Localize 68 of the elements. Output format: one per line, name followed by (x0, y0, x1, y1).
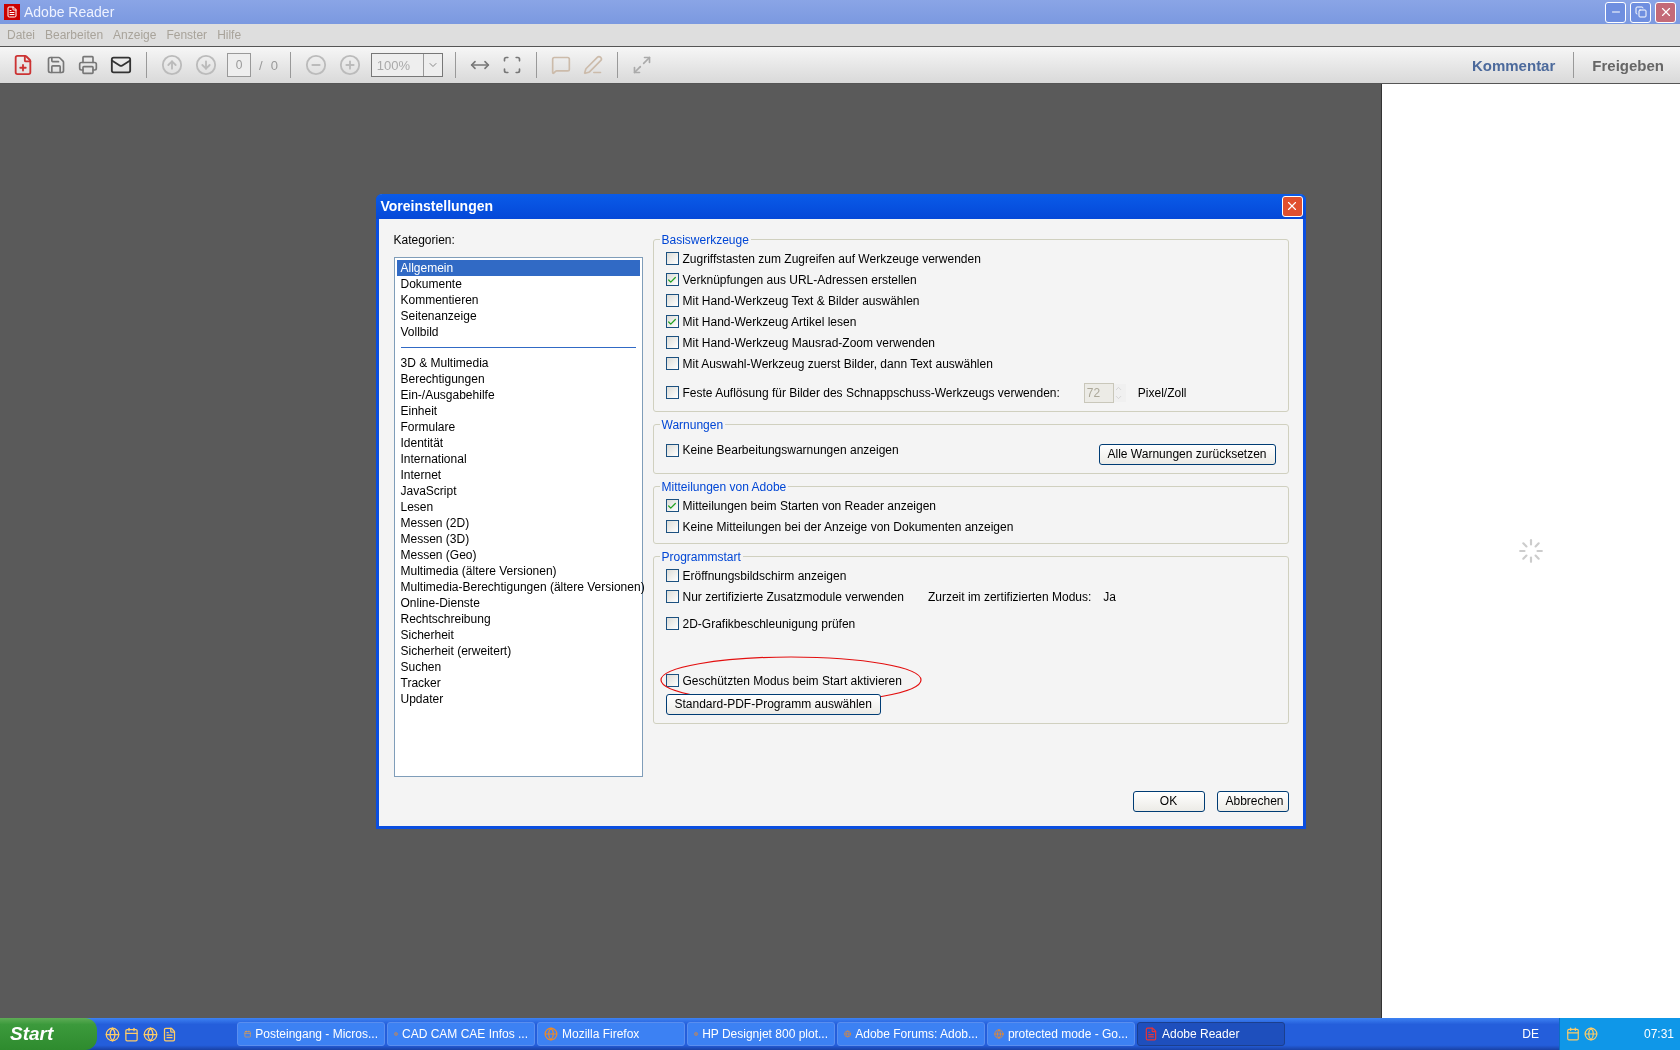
option-label: Mit Hand-Werkzeug Text & Bilder auswählen (682, 293, 920, 308)
option-label: Mit Hand-Werkzeug Artikel lesen (682, 314, 857, 329)
taskbar-task[interactable]: Posteingang - Micros... (237, 1022, 385, 1046)
category-item[interactable]: Lesen (396, 498, 640, 515)
category-item[interactable]: Einheit (396, 402, 640, 419)
category-item[interactable]: Dokumente (396, 275, 640, 292)
toolbar-link-button[interactable]: Freigeben (1586, 56, 1670, 74)
status-value: Ja (1103, 589, 1116, 604)
category-item[interactable]: Messen (3D) (396, 530, 640, 547)
category-item[interactable]: Multimedia (ältere Versionen) (396, 562, 640, 579)
option-label: Geschützten Modus beim Start aktivieren (682, 673, 902, 688)
taskbar-task[interactable]: Mozilla Firefox (537, 1022, 685, 1046)
toolbar-link-button[interactable]: Kommentar (1465, 56, 1562, 74)
taskbar-task[interactable]: Adobe Reader (1137, 1022, 1285, 1046)
category-item[interactable]: Ein-/Ausgabehilfe (396, 386, 640, 403)
default-pdf-button[interactable]: Standard-PDF-Programm auswählen (665, 693, 881, 715)
option-label: Mitteilungen beim Starten von Reader anzeigen (682, 498, 936, 513)
language-indicator[interactable]: DE (1522, 1027, 1539, 1041)
category-item[interactable]: 3D & Multimedia (396, 354, 640, 371)
categories-label: Kategorien: (393, 232, 456, 247)
category-item[interactable]: Internet (396, 466, 640, 483)
option-label: Nur zertifizierte Zusatzmodule verwenden (682, 589, 904, 604)
option-label: Feste Auflösung für Bilder des Schnappschuss-Werkzeugs verwenden: (682, 385, 1060, 400)
taskbar-task[interactable]: HP Designjet 800 plot... (687, 1022, 835, 1046)
group-title: Basiswerkzeuge (660, 232, 750, 247)
option-label: Keine Mitteilungen bei der Anzeige von Dokumenten anzeigen (682, 519, 1014, 534)
page-separator: / (259, 57, 263, 73)
option-label: Mit Auswahl-Werkzeug zuerst Bilder, dann Text auswählen (682, 356, 993, 371)
taskbar-task[interactable]: Adobe Forums: Adob... (837, 1022, 985, 1046)
window-title: Adobe Reader (24, 4, 116, 20)
category-item[interactable]: JavaScript (396, 482, 640, 499)
category-item[interactable]: Sicherheit (396, 626, 640, 643)
group-title: Programmstart (660, 549, 742, 564)
status-label: Zurzeit im zertifizierten Modus: (927, 589, 1092, 604)
taskbar-task[interactable]: CAD CAM CAE Infos ... (387, 1022, 535, 1046)
option-label: 2D-Grafikbeschleunigung prüfen (682, 616, 856, 631)
category-item[interactable]: Formulare (396, 418, 640, 435)
category-item[interactable]: Tracker (396, 674, 640, 691)
category-item[interactable]: Kommentieren (396, 291, 640, 308)
category-item[interactable]: International (396, 450, 640, 467)
dialog-button[interactable]: Abbrechen (1216, 790, 1289, 812)
option-label: Eröffnungsbildschirm anzeigen (682, 568, 847, 583)
group-title: Warnungen (660, 417, 725, 432)
category-item[interactable]: Identität (396, 434, 640, 451)
category-item[interactable]: Online-Dienste (396, 594, 640, 611)
clock: 07:31 (1643, 1027, 1674, 1041)
category-item[interactable]: Messen (2D) (396, 514, 640, 531)
category-item[interactable]: Suchen (396, 658, 640, 675)
page-total: 0 (270, 57, 278, 73)
start-button[interactable]: Start (0, 1018, 97, 1050)
category-item[interactable]: Sicherheit (erweitert) (396, 642, 640, 659)
option-label: Keine Bearbeitungswarnungen anzeigen (682, 443, 899, 457)
option-label: Zugriffstasten zum Zugreifen auf Werkzeuge verwenden (682, 251, 981, 266)
dialog-button[interactable]: OK (1132, 790, 1205, 812)
category-item[interactable]: Rechtschreibung (396, 610, 640, 627)
dialog-title: Voreinstellungen (380, 198, 495, 214)
taskbar-task[interactable]: protected mode - Go... (987, 1022, 1135, 1046)
category-item[interactable]: Messen (Geo) (396, 546, 640, 563)
option-label: Verknüpfungen aus URL-Adressen erstellen (682, 272, 917, 287)
category-item[interactable]: Updater (396, 690, 640, 707)
reset-warnings-button[interactable]: Alle Warnungen zurücksetzen (1098, 443, 1276, 465)
category-item[interactable]: Berechtigungen (396, 370, 640, 387)
option-label: Mit Hand-Werkzeug Mausrad-Zoom verwenden (682, 335, 936, 350)
category-item[interactable]: Seitenanzeige (396, 307, 640, 324)
category-item[interactable]: Allgemein (396, 259, 640, 276)
category-item[interactable]: Vollbild (396, 323, 640, 340)
unit-label: Pixel/Zoll (1137, 385, 1187, 400)
group-title: Mitteilungen von Adobe (660, 479, 788, 494)
